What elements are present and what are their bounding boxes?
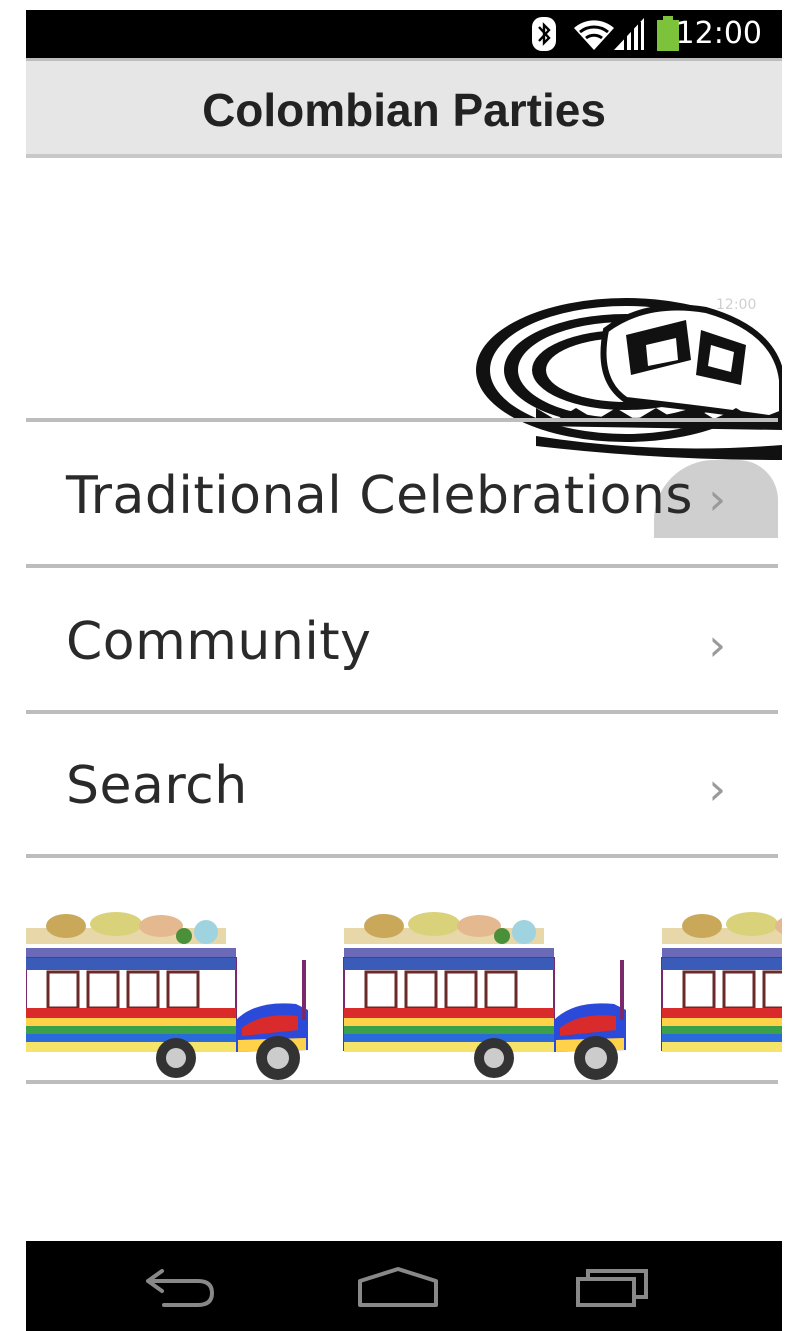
menu-divider bbox=[26, 854, 778, 858]
menu-item-label: Search bbox=[66, 756, 248, 816]
app-header: Colombian Parties bbox=[26, 58, 782, 157]
menu-item-label: Community bbox=[66, 612, 372, 672]
chevron-right-icon: › bbox=[708, 474, 726, 525]
chevron-right-icon: › bbox=[708, 764, 726, 815]
chiva-bus-strip-image bbox=[26, 900, 782, 1082]
home-icon[interactable] bbox=[358, 1267, 438, 1307]
bus-strip-divider bbox=[26, 1080, 778, 1084]
page-title: Colombian Parties bbox=[202, 84, 606, 136]
menu-item-label: Traditional Celebrations bbox=[66, 466, 693, 526]
menu-item-search[interactable]: Search › bbox=[26, 714, 778, 854]
menu-item-community[interactable]: Community › bbox=[26, 568, 778, 708]
menu-item-traditional-celebrations[interactable]: Traditional Celebrations › bbox=[26, 422, 778, 562]
status-time: 12:00 bbox=[675, 16, 762, 51]
app-screen: 12:00 Colombian Parties 12:00 Traditiona… bbox=[26, 10, 782, 1331]
chevron-right-icon: › bbox=[708, 620, 726, 671]
navigation-bar bbox=[26, 1241, 782, 1331]
overlay-time: 12:00 bbox=[716, 297, 757, 313]
header-divider bbox=[26, 154, 782, 158]
wifi-icon bbox=[574, 20, 614, 50]
recent-apps-icon[interactable] bbox=[574, 1267, 650, 1307]
cell-signal-icon bbox=[614, 18, 644, 50]
status-bar: 12:00 bbox=[26, 10, 782, 58]
back-icon[interactable] bbox=[144, 1267, 218, 1307]
bluetooth-icon bbox=[532, 17, 556, 51]
